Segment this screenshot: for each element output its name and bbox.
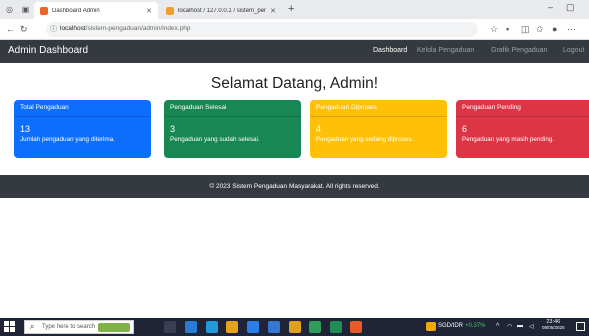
card-description: Jumlah pengaduan yang diterima. bbox=[20, 136, 115, 143]
volume-icon[interactable]: ◁ bbox=[529, 323, 534, 330]
split-view-icon[interactable]: ◫ bbox=[521, 24, 530, 35]
card-count: 4 bbox=[316, 124, 322, 134]
edge-browser-icon[interactable] bbox=[206, 321, 218, 333]
clock-date: 08/05/2025 bbox=[542, 325, 565, 330]
profile-avatar-icon[interactable]: ● bbox=[552, 24, 557, 34]
browser-tab-strip: ◎ ▣ Dashboard Admin ✕ localhost / 127.0.… bbox=[0, 0, 589, 19]
address-bar[interactable]: ⓘ localhost/sistem-pengaduan/admin/index… bbox=[46, 22, 478, 37]
close-tab-icon[interactable]: ✕ bbox=[146, 7, 152, 15]
battery-icon[interactable]: ▬ bbox=[517, 323, 523, 329]
tray-chevron-icon[interactable]: ^ bbox=[496, 323, 499, 330]
copilot-icon[interactable] bbox=[185, 321, 197, 333]
chrome-browser-icon[interactable] bbox=[226, 321, 238, 333]
search-placeholder: Type here to search bbox=[42, 324, 96, 330]
card-count: 3 bbox=[170, 124, 176, 134]
card-description: Pengaduan yang masih pending. bbox=[462, 136, 555, 143]
card-header: Pengaduan Pending bbox=[456, 100, 589, 117]
favorites-icon[interactable]: ✩ bbox=[536, 24, 544, 35]
page-title: Selamat Datang, Admin! bbox=[210, 75, 379, 92]
currency-widget-icon[interactable] bbox=[426, 322, 436, 331]
whatsapp-icon[interactable] bbox=[330, 321, 342, 333]
tab-title: Dashboard Admin bbox=[52, 7, 100, 14]
notifications-icon[interactable] bbox=[576, 322, 585, 331]
profile-icon[interactable]: ◎ bbox=[4, 4, 15, 14]
card-count: 13 bbox=[20, 124, 31, 134]
app-icon[interactable] bbox=[309, 321, 321, 333]
card-total-pengaduan: Total Pengaduan 13 Jumlah pengaduan yang… bbox=[14, 100, 151, 158]
new-tab-button[interactable]: + bbox=[288, 3, 294, 15]
url-path: /sistem-pengaduan/admin/index.php bbox=[85, 25, 191, 32]
network-icon[interactable]: ◠ bbox=[507, 323, 512, 330]
xampp-icon[interactable] bbox=[350, 321, 362, 333]
browser-toolbar: ← ↻ ⓘ localhost/sistem-pengaduan/admin/i… bbox=[0, 19, 589, 40]
currency-pair[interactable]: SGD/IDR bbox=[438, 323, 463, 329]
nav-link-logout[interactable]: Logout bbox=[563, 47, 584, 54]
card-pengaduan-diproses: Pengaduan Diproses 4 Pengaduan yang seda… bbox=[310, 100, 447, 158]
card-header: Pengaduan Selesai bbox=[164, 100, 301, 117]
browser-tab-dashboard[interactable]: Dashboard Admin ✕ bbox=[34, 2, 158, 19]
nav-link-grafik-pengaduan[interactable]: Grafik Pengaduan bbox=[491, 47, 547, 54]
maximize-button[interactable]: ▢ bbox=[566, 2, 575, 13]
minimize-button[interactable]: – bbox=[548, 2, 553, 12]
nav-link-dashboard[interactable]: Dashboard bbox=[373, 47, 407, 54]
url-host: localhost bbox=[60, 25, 86, 32]
browser-tab-phpmyadmin[interactable]: localhost / 127.0.0.1 / sistem_pen ✕ bbox=[160, 2, 282, 19]
extension-icon[interactable]: ▪ bbox=[506, 24, 509, 34]
windows-taskbar: ⌕ Type here to search SGD/IDR +0.37% ^ ◠… bbox=[0, 318, 589, 336]
card-description: Pengaduan yang sudah selesai. bbox=[170, 136, 260, 143]
app-navbar: Admin Dashboard Dashboard Kelola Pengadu… bbox=[0, 40, 589, 63]
windows-start-icon[interactable] bbox=[4, 321, 16, 333]
favicon-icon bbox=[40, 6, 48, 15]
more-menu-icon[interactable]: ⋯ bbox=[567, 24, 576, 35]
navbar-brand[interactable]: Admin Dashboard bbox=[8, 45, 88, 56]
tab-actions-icon[interactable]: ▣ bbox=[20, 4, 31, 14]
url-text: localhost/sistem-pengaduan/admin/index.p… bbox=[60, 25, 190, 32]
card-description: Pengaduan yang sedang diproses. bbox=[316, 136, 414, 143]
card-pengaduan-pending: Pengaduan Pending 6 Pengaduan yang masih… bbox=[456, 100, 589, 158]
search-icon: ⌕ bbox=[30, 322, 35, 331]
card-pengaduan-selesai: Pengaduan Selesai 3 Pengaduan yang sudah… bbox=[164, 100, 301, 158]
bookmark-star-icon[interactable]: ☆ bbox=[490, 24, 498, 35]
card-header: Pengaduan Diproses bbox=[310, 100, 447, 117]
favicon-icon bbox=[166, 6, 174, 15]
nav-link-kelola-pengaduan[interactable]: Kelola Pengaduan bbox=[417, 47, 474, 54]
reload-icon[interactable]: ↻ bbox=[20, 24, 28, 35]
store-icon[interactable] bbox=[268, 321, 280, 333]
back-icon[interactable]: ← bbox=[6, 24, 15, 34]
site-info-icon[interactable]: ⓘ bbox=[50, 24, 57, 34]
task-view-icon[interactable] bbox=[164, 321, 176, 333]
taskbar-search-box[interactable]: ⌕ Type here to search bbox=[24, 320, 134, 334]
page-footer: © 2023 Sistem Pengaduan Masyarakat. All … bbox=[0, 175, 589, 198]
card-count: 6 bbox=[462, 124, 468, 134]
folder-icon[interactable] bbox=[289, 321, 301, 333]
search-highlight-image bbox=[98, 323, 130, 332]
close-tab-icon[interactable]: ✕ bbox=[270, 7, 276, 15]
file-explorer-icon[interactable] bbox=[247, 321, 259, 333]
card-header: Total Pengaduan bbox=[14, 100, 151, 117]
clock[interactable]: 23:46 08/05/2025 bbox=[542, 319, 565, 330]
tab-title: localhost / 127.0.0.1 / sistem_pen bbox=[178, 7, 267, 14]
currency-change: +0.37% bbox=[465, 323, 486, 329]
